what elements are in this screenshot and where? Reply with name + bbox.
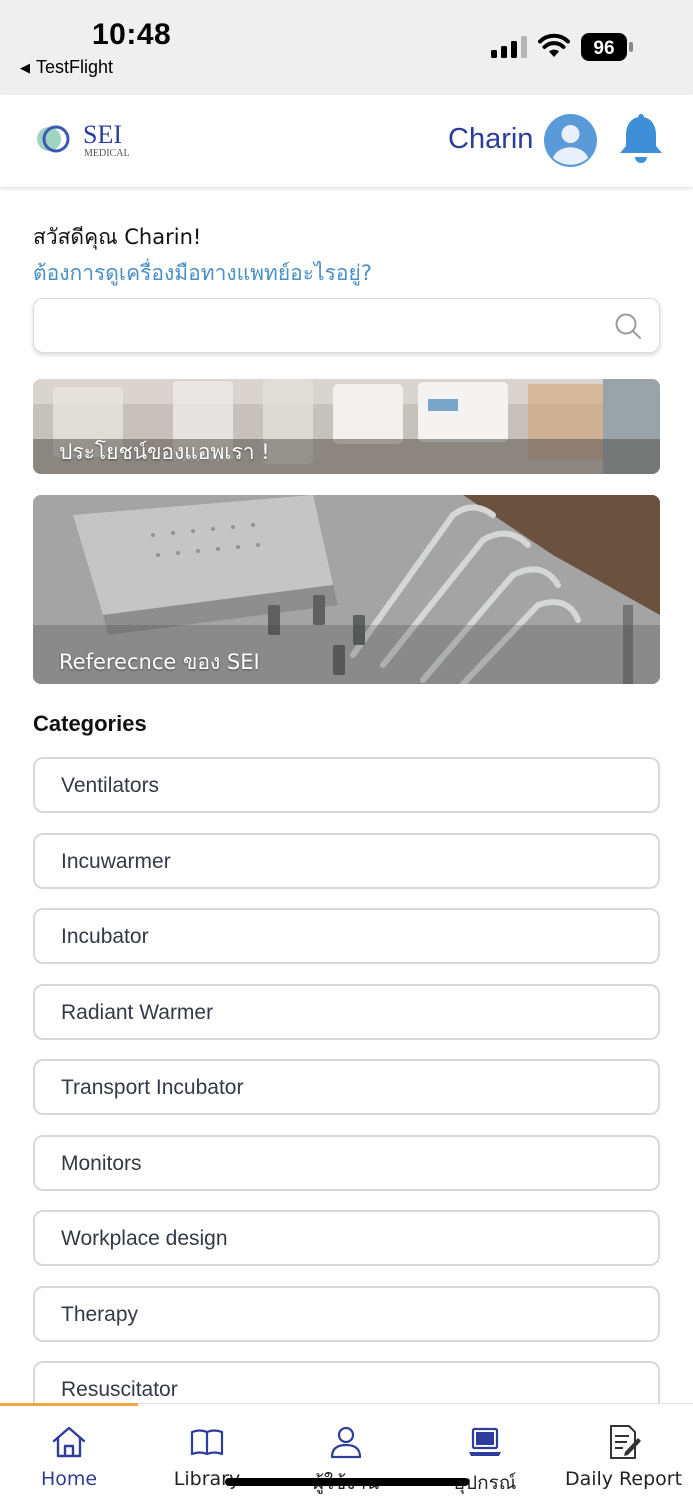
banner-sei-reference[interactable]: Referecnce ของ SEI [33, 495, 660, 684]
sei-medical-logo[interactable]: SEI MEDICAL [36, 119, 146, 159]
category-label: Therapy [61, 1303, 139, 1326]
user-icon [330, 1426, 362, 1459]
nav-label: Home [40, 1468, 98, 1490]
banner-caption: Referecnce ของ SEI [59, 650, 260, 674]
category-label: Ventilators [61, 774, 160, 797]
notification-bell-icon[interactable] [616, 113, 666, 165]
status-time: 10:48 [92, 18, 172, 51]
banner-caption: ประโยชน์ของแอพเรา ! [59, 440, 270, 464]
home-icon [52, 1426, 86, 1458]
nav-label: Daily Report [564, 1468, 683, 1490]
wifi-icon [538, 33, 570, 57]
status-bar: 10:48 ◀ TestFlight 96 [0, 0, 693, 95]
nav-tab-home[interactable]: Home [0, 1404, 138, 1500]
report-icon [610, 1425, 641, 1459]
greeting-text: สวัสดีคุณ Charin! [33, 225, 202, 249]
category-label: Radiant Warmer [61, 1001, 214, 1024]
category-item-incuwarmer[interactable]: Incuwarmer [33, 833, 660, 889]
category-item-radiant-warmer[interactable]: Radiant Warmer [33, 984, 660, 1040]
laptop-icon [469, 1427, 501, 1456]
avatar[interactable] [544, 114, 597, 167]
category-item-transport-incubator[interactable]: Transport Incubator [33, 1059, 660, 1115]
category-item-therapy[interactable]: Therapy [33, 1286, 660, 1342]
greeting-question: ต้องการดูเครื่องมือทางแพทย์อะไรอยู่? [33, 261, 372, 285]
back-arrow-icon: ◀ [20, 59, 30, 75]
cellular-signal-icon [491, 36, 527, 58]
banner-app-benefits[interactable]: ประโยชน์ของแอพเรา ! [33, 379, 660, 474]
category-item-ventilators[interactable]: Ventilators [33, 757, 660, 813]
search-icon[interactable] [614, 312, 642, 340]
category-item-resuscitator[interactable]: Resuscitator [33, 1361, 660, 1403]
nav-tab-daily-report[interactable]: Daily Report [554, 1404, 693, 1500]
category-label: Monitors [61, 1152, 142, 1175]
category-item-incubator[interactable]: Incubator [33, 908, 660, 964]
category-label: Incuwarmer [61, 850, 171, 873]
app-header: SEI MEDICAL Charin [0, 95, 693, 187]
logo-subtext: MEDICAL [84, 148, 130, 159]
categories-heading: Categories [33, 711, 147, 736]
category-label: Workplace design [61, 1227, 228, 1250]
category-label: Incubator [61, 925, 149, 948]
logo-text: SEI [83, 120, 122, 149]
back-to-app-link[interactable]: ◀ TestFlight [20, 57, 113, 78]
home-indicator[interactable] [225, 1478, 469, 1486]
category-item-monitors[interactable]: Monitors [33, 1135, 660, 1191]
search-input[interactable] [48, 299, 608, 352]
category-item-workplace-design[interactable]: Workplace design [33, 1210, 660, 1266]
battery-percent: 96 [593, 38, 614, 59]
book-icon [190, 1429, 224, 1456]
category-label: Transport Incubator [61, 1076, 244, 1099]
category-label: Resuscitator [61, 1378, 178, 1401]
user-name[interactable]: Charin [448, 123, 533, 156]
search-box[interactable] [33, 298, 660, 353]
battery-icon: 96 [581, 33, 633, 61]
back-app-label: TestFlight [36, 57, 114, 77]
category-list[interactable]: Ventilators Incuwarmer Incubator Radiant… [33, 757, 660, 1403]
